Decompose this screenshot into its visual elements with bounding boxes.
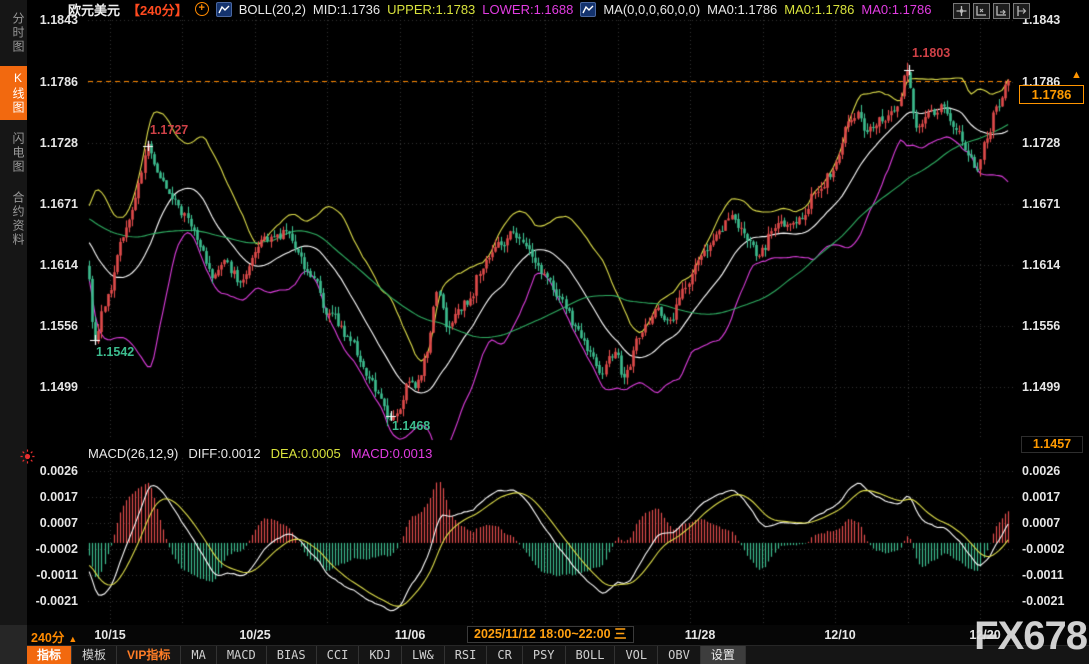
macd-axis-label: 0.0007 xyxy=(1022,516,1060,530)
sidebar-item-3[interactable]: 合约资料 xyxy=(0,186,27,252)
boll-label: BOLL(20,2) xyxy=(239,2,306,17)
chart-type-sidebar: 分时图 K线图闪电图合约资料 xyxy=(0,0,28,625)
drawing-marker-icon[interactable] xyxy=(19,448,36,465)
symbol-name[interactable]: 欧元美元 xyxy=(68,0,120,19)
macd-axis-label: -0.0021 xyxy=(36,594,78,608)
toolbar-tab-5[interactable]: BIAS xyxy=(267,646,317,664)
price-axis-label: 1.1499 xyxy=(1022,380,1060,394)
toolbar-tab-10[interactable]: CR xyxy=(487,646,522,664)
shift-right-icon[interactable] xyxy=(1013,3,1030,19)
price-annotation: 1.1727 xyxy=(150,123,188,137)
indicator-toolbar: 指标模板VIP指标MAMACDBIASCCIKDJLW&RSICRPSYBOLL… xyxy=(27,645,1089,664)
add-indicator-icon[interactable]: + xyxy=(195,2,209,16)
toolbar-tab-15[interactable]: 设置 xyxy=(701,646,746,664)
sidebar-item-0[interactable]: 分时图 xyxy=(0,7,27,59)
toolbar-tab-4[interactable]: MACD xyxy=(217,646,267,664)
brand-watermark: FX678 xyxy=(974,608,1087,664)
toolbar-tab-14[interactable]: OBV xyxy=(658,646,701,664)
toolbar-tab-13[interactable]: VOL xyxy=(615,646,658,664)
time-axis-tick: 11/06 xyxy=(395,628,426,642)
price-axis-label: 1.1671 xyxy=(40,197,78,211)
ma0-value-3: MA0:1.1786 xyxy=(861,2,931,17)
crosshair-date-tooltip: 2025/11/12 18:00~22:00 三 xyxy=(467,626,634,643)
period-selector[interactable]: 240分 ▲ xyxy=(31,627,77,646)
time-axis-tick: 10/25 xyxy=(239,628,270,642)
macd-axis-label: 0.0007 xyxy=(40,516,78,530)
toolbar-tab-2[interactable]: VIP指标 xyxy=(117,646,181,664)
toolbar-tab-11[interactable]: PSY xyxy=(523,646,566,664)
macd-axis-label: -0.0002 xyxy=(36,542,78,556)
macd-axis-label: 0.0017 xyxy=(40,490,78,504)
time-axis-tick: 11/28 xyxy=(685,628,716,642)
macd-axis-label: 0.0026 xyxy=(40,464,78,478)
toolbar-tab-6[interactable]: CCI xyxy=(317,646,360,664)
indicator-topbar: 欧元美元 【240分】 + BOLL(20,2) MID:1.1736 UPPE… xyxy=(60,1,932,17)
price-axis-label: 1.1556 xyxy=(40,319,78,333)
macd-dea-value: DEA:0.0005 xyxy=(271,446,341,461)
candlestick-chart-canvas[interactable] xyxy=(0,0,1089,664)
price-axis-label: 1.1786 xyxy=(40,75,78,89)
boll-lower-value: LOWER:1.1688 xyxy=(482,2,573,17)
macd-header: MACD(26,12,9) DIFF:0.0012 DEA:0.0005 MAC… xyxy=(88,446,432,461)
price-axis-label: 1.1614 xyxy=(40,258,78,272)
toolbar-tab-3[interactable]: MA xyxy=(181,646,216,664)
toolbar-tab-8[interactable]: LW& xyxy=(402,646,445,664)
toolbar-tab-1[interactable]: 模板 xyxy=(72,646,117,664)
period-selector-label: 240分 xyxy=(31,631,64,645)
time-axis-row: 240分 ▲ 2025/11/12 18:00~22:00 三 10/15 10/2… xyxy=(27,625,1089,645)
price-annotation: 1.1468 xyxy=(392,419,430,433)
macd-axis-label: 0.0017 xyxy=(1022,490,1060,504)
macd-axis-label: -0.0002 xyxy=(1022,542,1064,556)
price-axis-label: 1.1671 xyxy=(1022,197,1060,211)
mini-chart-icon xyxy=(216,2,232,17)
toolbar-tab-0[interactable]: 指标 xyxy=(27,646,72,664)
pan-icon[interactable] xyxy=(953,3,970,19)
triangle-up-icon: ▲ xyxy=(68,634,77,644)
price-axis-label: 1.1728 xyxy=(40,136,78,150)
current-price-badge: 1.1786 xyxy=(1019,85,1084,104)
macd-axis-label: -0.0011 xyxy=(1022,568,1064,582)
price-annotation: 1.1803 xyxy=(912,46,950,60)
price-axis-label: 1.1556 xyxy=(1022,319,1060,333)
ma-label: MA(0,0,0,60,0,0) xyxy=(603,2,700,17)
axis-zoom-right-icon[interactable] xyxy=(993,3,1010,19)
axis-zoom-left-icon[interactable] xyxy=(973,3,990,19)
boll-mid-value: MID:1.1736 xyxy=(313,2,380,17)
boll-upper-value: UPPER:1.1783 xyxy=(387,2,475,17)
price-axis-label: 1.1728 xyxy=(1022,136,1060,150)
macd-axis-label: -0.0011 xyxy=(36,568,78,582)
macd-label: MACD(26,12,9) xyxy=(88,446,178,461)
toolbar-tab-7[interactable]: KDJ xyxy=(359,646,402,664)
range-low-badge: 1.1457 xyxy=(1021,436,1083,453)
sidebar-item-1[interactable]: K线图 xyxy=(0,66,27,120)
sidebar-item-2[interactable]: 闪电图 xyxy=(0,127,27,179)
toolbar-tab-9[interactable]: RSI xyxy=(445,646,488,664)
price-axis-label: 1.1499 xyxy=(40,380,78,394)
macd-axis-label: -0.0021 xyxy=(1022,594,1064,608)
price-axis-label: 1.1614 xyxy=(1022,258,1060,272)
toolbar-tab-12[interactable]: BOLL xyxy=(566,646,616,664)
time-axis-tick: 10/15 xyxy=(94,628,125,642)
trading-app-window: 分时图 K线图闪电图合约资料 欧元美元 【240分】 + BOLL(20,2) M… xyxy=(0,0,1089,664)
chart-tool-icons xyxy=(953,3,1030,19)
price-annotation: 1.1542 xyxy=(96,345,134,359)
ma0-value-1: MA0:1.1786 xyxy=(707,2,777,17)
macd-axis-label: 0.0026 xyxy=(1022,464,1060,478)
macd-macd-value: MACD:0.0013 xyxy=(351,446,433,461)
ma0-value-2: MA0:1.1786 xyxy=(784,2,854,17)
time-axis-tick: 12/10 xyxy=(824,628,855,642)
period-label[interactable]: 【240分】 xyxy=(127,0,188,19)
price-up-marker-icon: ▲ xyxy=(1071,69,1082,81)
mini-chart-icon xyxy=(580,2,596,17)
macd-diff-value: DIFF:0.0012 xyxy=(188,446,260,461)
bottom-left-corner xyxy=(0,625,27,664)
